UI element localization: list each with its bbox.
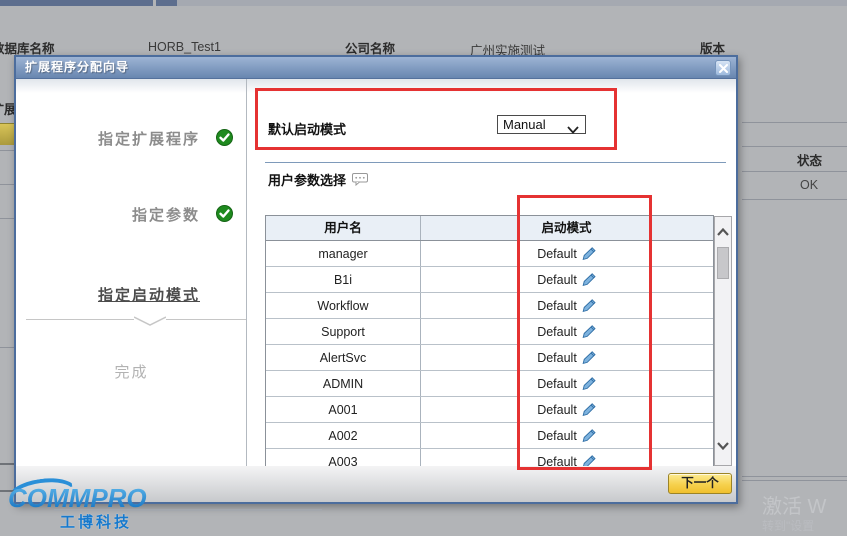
table-row: A002 Default (266, 423, 713, 449)
table-row: Workflow Default (266, 293, 713, 319)
step-separator (26, 319, 134, 320)
tooltip-bubble-icon[interactable] (352, 174, 368, 189)
step-label: 完成 (16, 361, 247, 382)
activate-windows-watermark: 激活 W (762, 490, 826, 519)
status-column-header: 状态 (797, 150, 822, 169)
mode-cell: Default (421, 423, 712, 448)
next-button[interactable]: 下一个 (668, 473, 732, 494)
username-cell: B1i (266, 267, 421, 292)
table-row: B1i Default (266, 267, 713, 293)
dialog-body: 指定扩展程序 指定参数 指定启动模式 完成 (16, 79, 736, 502)
logo-subtext: 工博科技 (60, 511, 132, 532)
step-complete-check-icon (216, 129, 233, 146)
logo-text: COMMPRO (8, 483, 147, 514)
mode-value: Default (537, 351, 577, 365)
username-cell: A002 (266, 423, 421, 448)
default-mode-select[interactable]: Manual (497, 115, 586, 134)
table-row: A001 Default (266, 397, 713, 423)
mode-cell: Default (421, 371, 712, 396)
edit-pencil-icon[interactable] (582, 247, 596, 260)
table-row: AlertSvc Default (266, 345, 713, 371)
dialog-titlebar[interactable]: 扩展程序分配向导 (16, 57, 736, 79)
bg-window-edge (742, 480, 847, 481)
scroll-up-icon[interactable] (717, 223, 729, 241)
status-value: OK (800, 178, 818, 192)
mode-value: Default (537, 273, 577, 287)
username-cell: Workflow (266, 293, 421, 318)
edit-pencil-icon[interactable] (582, 273, 596, 286)
column-header-startup-mode: 启动模式 (421, 216, 712, 240)
bg-divider (742, 171, 847, 172)
table-row: ADMIN Default (266, 371, 713, 397)
activate-windows-watermark-2: 转到"设置 (762, 517, 814, 534)
edit-pencil-icon[interactable] (582, 403, 596, 416)
mode-value: Default (537, 325, 577, 339)
step-label: 指定启动模式 (98, 284, 200, 305)
step-finish: 完成 (16, 361, 247, 381)
close-icon[interactable] (715, 60, 731, 76)
chevron-down-icon (567, 121, 579, 138)
username-cell: manager (266, 241, 421, 266)
section-divider (265, 162, 726, 163)
user-mode-table: 用户名 启动模式 manager Default B1i Default (265, 215, 714, 470)
step-label: 指定参数 (132, 204, 200, 225)
wizard-steps-panel: 指定扩展程序 指定参数 指定启动模式 完成 (16, 79, 247, 470)
step-complete-check-icon (216, 205, 233, 222)
mode-cell: Default (421, 397, 712, 422)
mode-cell: Default (421, 241, 712, 266)
username-cell: A001 (266, 397, 421, 422)
edit-pencil-icon[interactable] (582, 377, 596, 390)
table-row: manager Default (266, 241, 713, 267)
mode-cell: Default (421, 267, 712, 292)
edit-pencil-icon[interactable] (582, 325, 596, 338)
step-label: 指定扩展程序 (98, 128, 200, 149)
default-mode-label: 默认启动模式 (268, 119, 346, 138)
mode-value: Default (537, 299, 577, 313)
table-body: manager Default B1i Default Workflow (266, 241, 713, 470)
column-header-username: 用户名 (266, 216, 421, 240)
edit-pencil-icon[interactable] (582, 351, 596, 364)
mode-value: Default (537, 247, 577, 261)
bg-divider (742, 146, 847, 147)
db-name-value: HORB_Test1 (148, 40, 221, 54)
username-cell: AlertSvc (266, 345, 421, 370)
table-row: Support Default (266, 319, 713, 345)
table-header-row: 用户名 启动模式 (266, 216, 713, 241)
user-param-section-title: 用户参数选择 (268, 170, 368, 189)
username-cell: Support (266, 319, 421, 344)
top-taskbar-segment-2 (156, 0, 177, 6)
user-param-label: 用户参数选择 (268, 173, 346, 188)
mode-value: Default (537, 403, 577, 417)
step-specify-extension: 指定扩展程序 (16, 128, 247, 148)
default-mode-value: Manual (503, 117, 546, 132)
scrollbar-thumb[interactable] (717, 247, 729, 279)
mode-value: Default (537, 429, 577, 443)
dialog-title: 扩展程序分配向导 (16, 57, 736, 78)
step-separator (166, 319, 246, 320)
top-taskbar-rest (177, 0, 847, 6)
username-cell: ADMIN (266, 371, 421, 396)
bg-divider (742, 199, 847, 200)
mode-value: Default (537, 377, 577, 391)
edit-pencil-icon[interactable] (582, 429, 596, 442)
commpro-logo: COMMPRO 工博科技 (2, 478, 342, 534)
assignment-wizard-dialog: 扩展程序分配向导 指定扩展程序 指定参数 指定启动模式 (14, 55, 738, 504)
step-specify-params: 指定参数 (16, 204, 247, 224)
mode-cell: Default (421, 345, 712, 370)
bg-window-edge (742, 476, 847, 477)
top-taskbar-segment (0, 0, 153, 6)
step-specify-startup-mode: 指定启动模式 (16, 284, 247, 304)
table-scrollbar[interactable] (714, 216, 732, 466)
mode-cell: Default (421, 319, 712, 344)
scroll-down-icon[interactable] (717, 437, 729, 455)
edit-pencil-icon[interactable] (582, 299, 596, 312)
mode-cell: Default (421, 293, 712, 318)
bg-divider (742, 122, 847, 123)
chevron-down-icon (134, 314, 166, 332)
